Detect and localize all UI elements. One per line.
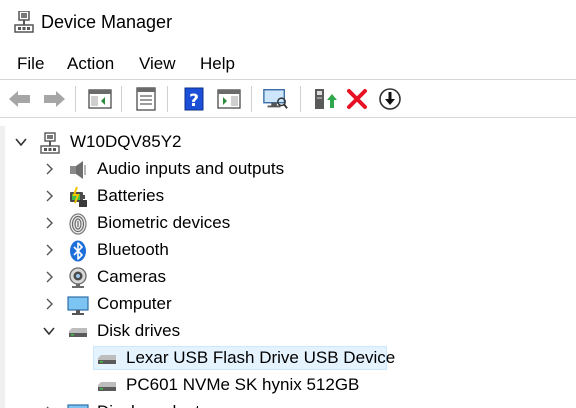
- tree-root-label: W10DQV85Y2: [70, 132, 182, 151]
- tree-item-label: Audio inputs and outputs: [97, 159, 285, 178]
- chevron-right-icon[interactable]: [43, 217, 55, 229]
- properties-button[interactable]: [133, 86, 159, 112]
- update-driver-icon: [315, 89, 337, 109]
- tree-item-bluetooth[interactable]: Bluetooth: [5, 237, 576, 263]
- toolbar-separator: [75, 86, 76, 112]
- disk-drive-icon: [98, 355, 116, 364]
- camera-icon: [69, 267, 87, 288]
- toolbar: ?: [0, 79, 576, 118]
- device-manager-app-icon: [14, 11, 34, 33]
- tree-item-audio[interactable]: Audio inputs and outputs: [5, 156, 576, 182]
- tree-item-label: Computer: [97, 294, 172, 313]
- speaker-icon: [70, 161, 86, 179]
- tree-item-lexar-usb[interactable]: Lexar USB Flash Drive USB Device: [5, 345, 576, 371]
- tree-root-row[interactable]: W10DQV85Y2: [5, 129, 576, 155]
- action-pane-button[interactable]: [216, 86, 242, 112]
- uninstall-device-icon: [347, 89, 367, 109]
- bluetooth-icon: [70, 240, 86, 262]
- menu-view[interactable]: View: [139, 52, 176, 76]
- help-button[interactable]: ?: [181, 86, 207, 112]
- tree-item-cameras[interactable]: Cameras: [5, 264, 576, 290]
- disk-drive-icon: [98, 382, 116, 391]
- menu-bar: File Action View Help: [0, 50, 576, 78]
- toolbar-separator: [167, 86, 168, 112]
- tree-item-batteries[interactable]: Batteries: [5, 183, 576, 209]
- display-adapter-icon: [67, 404, 89, 408]
- forward-arrow-icon: [44, 91, 65, 107]
- tree-item-label: PC601 NVMe SK hynix 512GB: [126, 375, 360, 394]
- tree-item-label: Cameras: [97, 267, 166, 286]
- title-bar: Device Manager: [0, 0, 576, 44]
- window-title: Device Manager: [41, 12, 173, 32]
- disable-device-button[interactable]: [377, 86, 403, 112]
- tree-item-display-adapters[interactable]: Display adapters: [5, 399, 576, 408]
- computer-host-icon: [40, 132, 60, 154]
- menu-file[interactable]: File: [17, 52, 44, 76]
- scan-hardware-icon: [263, 89, 288, 109]
- device-tree: W10DQV85Y2 Audio inputs and outputs Batt…: [0, 126, 576, 408]
- update-driver-button[interactable]: [311, 86, 337, 112]
- action-pane-icon: [217, 89, 241, 109]
- disable-device-icon: [379, 88, 401, 110]
- disk-drive-icon: [69, 328, 87, 337]
- chevron-right-icon[interactable]: [43, 244, 55, 256]
- toolbar-separator: [300, 86, 301, 112]
- tree-item-biometric[interactable]: Biometric devices: [5, 210, 576, 236]
- properties-icon: [136, 87, 156, 111]
- back-button[interactable]: [7, 86, 33, 112]
- menu-action[interactable]: Action: [67, 52, 114, 76]
- chevron-right-icon[interactable]: [43, 163, 55, 175]
- chevron-right-icon[interactable]: [43, 271, 55, 283]
- tree-item-label: Biometric devices: [97, 213, 231, 232]
- tree-item-computer[interactable]: Computer: [5, 291, 576, 317]
- tree-item-label: Disk drives: [97, 321, 181, 340]
- svg-text:?: ?: [189, 91, 199, 111]
- uninstall-device-button[interactable]: [344, 86, 370, 112]
- help-icon: ?: [184, 87, 204, 111]
- chevron-down-icon[interactable]: [43, 325, 55, 337]
- show-hide-console-tree-icon: [88, 89, 112, 109]
- forward-button[interactable]: [41, 86, 67, 112]
- tree-item-disk-drives[interactable]: Disk drives: [5, 318, 576, 344]
- scan-hardware-button[interactable]: [262, 86, 288, 112]
- menu-help[interactable]: Help: [200, 52, 235, 76]
- chevron-down-icon[interactable]: [15, 136, 27, 148]
- tree-item-pc601-nvme[interactable]: PC601 NVMe SK hynix 512GB: [5, 372, 576, 398]
- monitor-icon: [67, 296, 89, 315]
- toolbar-separator: [251, 86, 252, 112]
- tree-item-label: Bluetooth: [97, 240, 169, 259]
- battery-icon: [70, 186, 87, 207]
- show-hide-console-tree-button[interactable]: [87, 86, 113, 112]
- chevron-right-icon[interactable]: [43, 190, 55, 202]
- fingerprint-icon: [69, 213, 87, 235]
- tree-item-label: Lexar USB Flash Drive USB Device: [126, 348, 396, 367]
- chevron-right-icon[interactable]: [43, 298, 55, 310]
- tree-item-label: Display adapters: [97, 400, 224, 408]
- tree-item-label: Batteries: [97, 186, 165, 205]
- back-arrow-icon: [9, 91, 30, 107]
- device-manager-window: Device Manager File Action View Help ? W…: [0, 0, 576, 408]
- toolbar-separator: [121, 86, 122, 112]
